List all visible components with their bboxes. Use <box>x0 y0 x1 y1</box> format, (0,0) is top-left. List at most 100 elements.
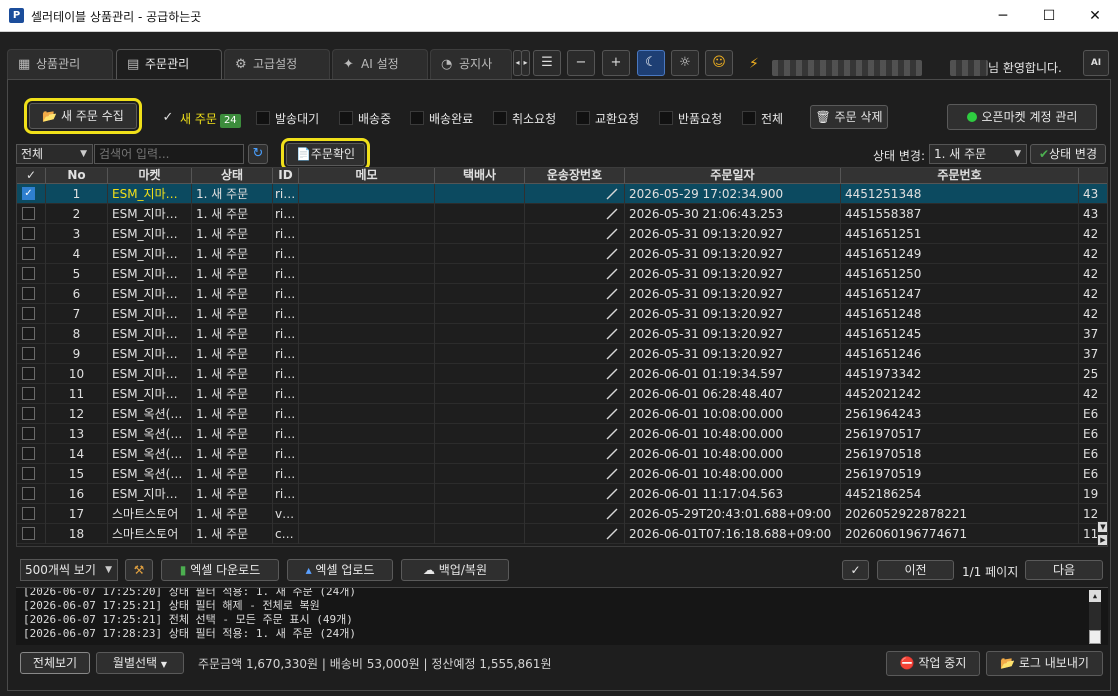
table-row[interactable]: 10 ESM_지마… 1. 새 주문 ri… 2026-06-01 01:19:34.5… <box>17 364 1107 384</box>
cell-tracking[interactable] <box>525 184 625 204</box>
header-extra[interactable] <box>1079 168 1107 184</box>
cell-tracking[interactable] <box>525 444 625 464</box>
cell-tracking[interactable] <box>525 524 625 544</box>
row-checkbox[interactable] <box>17 504 46 524</box>
open-market-account-button[interactable]: 오픈마켓 계정 관리 <box>947 104 1097 130</box>
tab-product[interactable]: ▦ 상품관리 <box>7 49 113 80</box>
cell-tracking[interactable] <box>525 304 625 324</box>
backup-restore-button[interactable]: ☁ 백업/복원 <box>401 559 509 581</box>
checkbox-icon[interactable] <box>22 487 35 500</box>
checkbox-icon[interactable] <box>22 307 35 320</box>
filter-new-order-checkbox[interactable]: ✓ <box>161 111 175 125</box>
view-all-button[interactable]: 전체보기 <box>20 652 90 674</box>
table-row[interactable]: 4 ESM_지마… 1. 새 주문 ri… 2026-05-31 09:13:20.92… <box>17 244 1107 264</box>
cell-tracking[interactable] <box>525 504 625 524</box>
light-mode-sun-icon[interactable]: ☼ <box>671 50 699 76</box>
excel-upload-button[interactable]: ▴ 엑셀 업로드 <box>287 559 393 581</box>
table-row[interactable]: 3 ESM_지마… 1. 새 주문 ri… 2026-05-31 09:13:20.92… <box>17 224 1107 244</box>
row-checkbox[interactable] <box>17 404 46 424</box>
filter-delivered-label[interactable]: 배송완료 <box>429 110 473 127</box>
tab-advanced[interactable]: ⚙ 고급설정 <box>224 49 330 80</box>
filter-new-order-label[interactable]: 새 주문 24 <box>180 110 241 128</box>
tab-ai-settings[interactable]: ✦ AI 설정 <box>332 49 428 80</box>
header-select-all[interactable]: ✓ <box>17 168 46 184</box>
row-checkbox[interactable] <box>17 364 46 384</box>
excel-download-button[interactable]: ▮ 엑셀 다운로드 <box>161 559 279 581</box>
cell-tracking[interactable] <box>525 284 625 304</box>
filter-all-label[interactable]: 전체 <box>761 110 783 127</box>
dark-mode-moon-icon[interactable]: ☾ <box>637 50 665 76</box>
checkbox-icon[interactable] <box>22 247 35 260</box>
filter-shipping-label[interactable]: 배송중 <box>358 110 391 127</box>
pencil-icon[interactable] <box>605 307 619 321</box>
cell-tracking[interactable] <box>525 484 625 504</box>
checkbox-icon[interactable] <box>22 287 35 300</box>
checkbox-icon[interactable] <box>22 367 35 380</box>
table-row[interactable]: 8 ESM_지마… 1. 새 주문 ri… 2026-05-31 09:13:20.92… <box>17 324 1107 344</box>
apply-status-change-button[interactable]: ✔상태 변경 <box>1030 144 1106 164</box>
delete-orders-button[interactable]: 🗑 주문 삭제 <box>810 105 888 129</box>
table-row[interactable]: 11 ESM_지마… 1. 새 주문 ri… 2026-06-01 06:28:48.4… <box>17 384 1107 404</box>
pencil-icon[interactable] <box>605 407 619 421</box>
filter-exchange-label[interactable]: 교환요청 <box>595 110 639 127</box>
vertical-scrollbar[interactable]: ▼ ▶ <box>1097 521 1107 546</box>
header-order-number[interactable]: 주문번호 <box>841 168 1079 184</box>
maximize-button[interactable]: ☐ <box>1026 0 1072 32</box>
prev-page-button[interactable]: 이전 <box>877 560 954 580</box>
row-checkbox[interactable] <box>17 304 46 324</box>
tab-orders[interactable]: ▤ 주문관리 <box>116 49 222 81</box>
status-change-dropdown[interactable]: 1. 새 주문 ▼ <box>929 144 1027 164</box>
next-page-button[interactable]: 다음 <box>1025 560 1103 580</box>
tab-scroll-right-button[interactable]: ▸ <box>521 50 530 76</box>
row-checkbox[interactable] <box>17 284 46 304</box>
checkbox-icon[interactable] <box>22 527 35 540</box>
checkbox-icon[interactable] <box>22 427 35 440</box>
emoji-icon[interactable]: ☺ <box>705 50 733 76</box>
pencil-icon[interactable] <box>605 467 619 481</box>
row-checkbox[interactable]: ✓ <box>17 184 46 204</box>
select-check-button[interactable]: ✓ <box>842 560 869 580</box>
checkbox-icon[interactable] <box>22 407 35 420</box>
pencil-icon[interactable] <box>605 227 619 241</box>
cell-tracking[interactable] <box>525 224 625 244</box>
zoom-in-button[interactable]: + <box>602 50 630 76</box>
close-button[interactable]: ✕ <box>1072 0 1118 32</box>
page-size-dropdown[interactable]: 500개씩 보기 ▼ <box>20 559 118 581</box>
table-row[interactable]: 7 ESM_지마… 1. 새 주문 ri… 2026-05-31 09:13:20.92… <box>17 304 1107 324</box>
filter-all-checkbox[interactable] <box>742 111 756 125</box>
tab-notice[interactable]: ◔ 공지사 <box>430 49 512 80</box>
pencil-icon[interactable] <box>605 267 619 281</box>
pencil-icon[interactable] <box>605 507 619 521</box>
row-checkbox[interactable] <box>17 224 46 244</box>
header-memo[interactable]: 메모 <box>299 168 435 184</box>
checkbox-icon[interactable] <box>22 267 35 280</box>
minimize-button[interactable]: ─ <box>980 0 1026 32</box>
ai-button[interactable]: AI <box>1083 50 1109 76</box>
collect-new-orders-button[interactable]: 📂 새 주문 수집 <box>24 98 142 134</box>
pencil-icon[interactable] <box>605 327 619 341</box>
pencil-icon[interactable] <box>605 287 619 301</box>
filter-shipping-checkbox[interactable] <box>339 111 353 125</box>
pencil-icon[interactable] <box>605 347 619 361</box>
row-checkbox[interactable] <box>17 444 46 464</box>
scroll-right-icon[interactable]: ▶ <box>1098 535 1107 545</box>
scroll-thumb[interactable] <box>1089 630 1101 644</box>
table-row[interactable]: 5 ESM_지마… 1. 새 주문 ri… 2026-05-31 09:13:20.92… <box>17 264 1107 284</box>
cell-tracking[interactable] <box>525 464 625 484</box>
export-log-button[interactable]: 📂 로그 내보내기 <box>986 651 1103 676</box>
pencil-icon[interactable] <box>605 367 619 381</box>
pencil-icon[interactable] <box>605 187 619 201</box>
cell-tracking[interactable] <box>525 264 625 284</box>
row-checkbox[interactable] <box>17 524 46 544</box>
checkbox-icon[interactable] <box>22 507 35 520</box>
pencil-icon[interactable] <box>605 527 619 541</box>
table-row[interactable]: 17 스마트스토어 1. 새 주문 v… 2026-05-29T20:43:01.688… <box>17 504 1107 524</box>
row-checkbox[interactable] <box>17 484 46 504</box>
header-no[interactable]: No <box>46 168 108 184</box>
pencil-icon[interactable] <box>605 447 619 461</box>
table-row[interactable]: 16 ESM_지마… 1. 새 주문 ri… 2026-06-01 11:17:04.5… <box>17 484 1107 504</box>
header-status[interactable]: 상태 <box>192 168 273 184</box>
pencil-icon[interactable] <box>605 487 619 501</box>
pencil-icon[interactable] <box>605 387 619 401</box>
table-row[interactable]: 9 ESM_지마… 1. 새 주문 ri… 2026-05-31 09:13:20.92… <box>17 344 1107 364</box>
